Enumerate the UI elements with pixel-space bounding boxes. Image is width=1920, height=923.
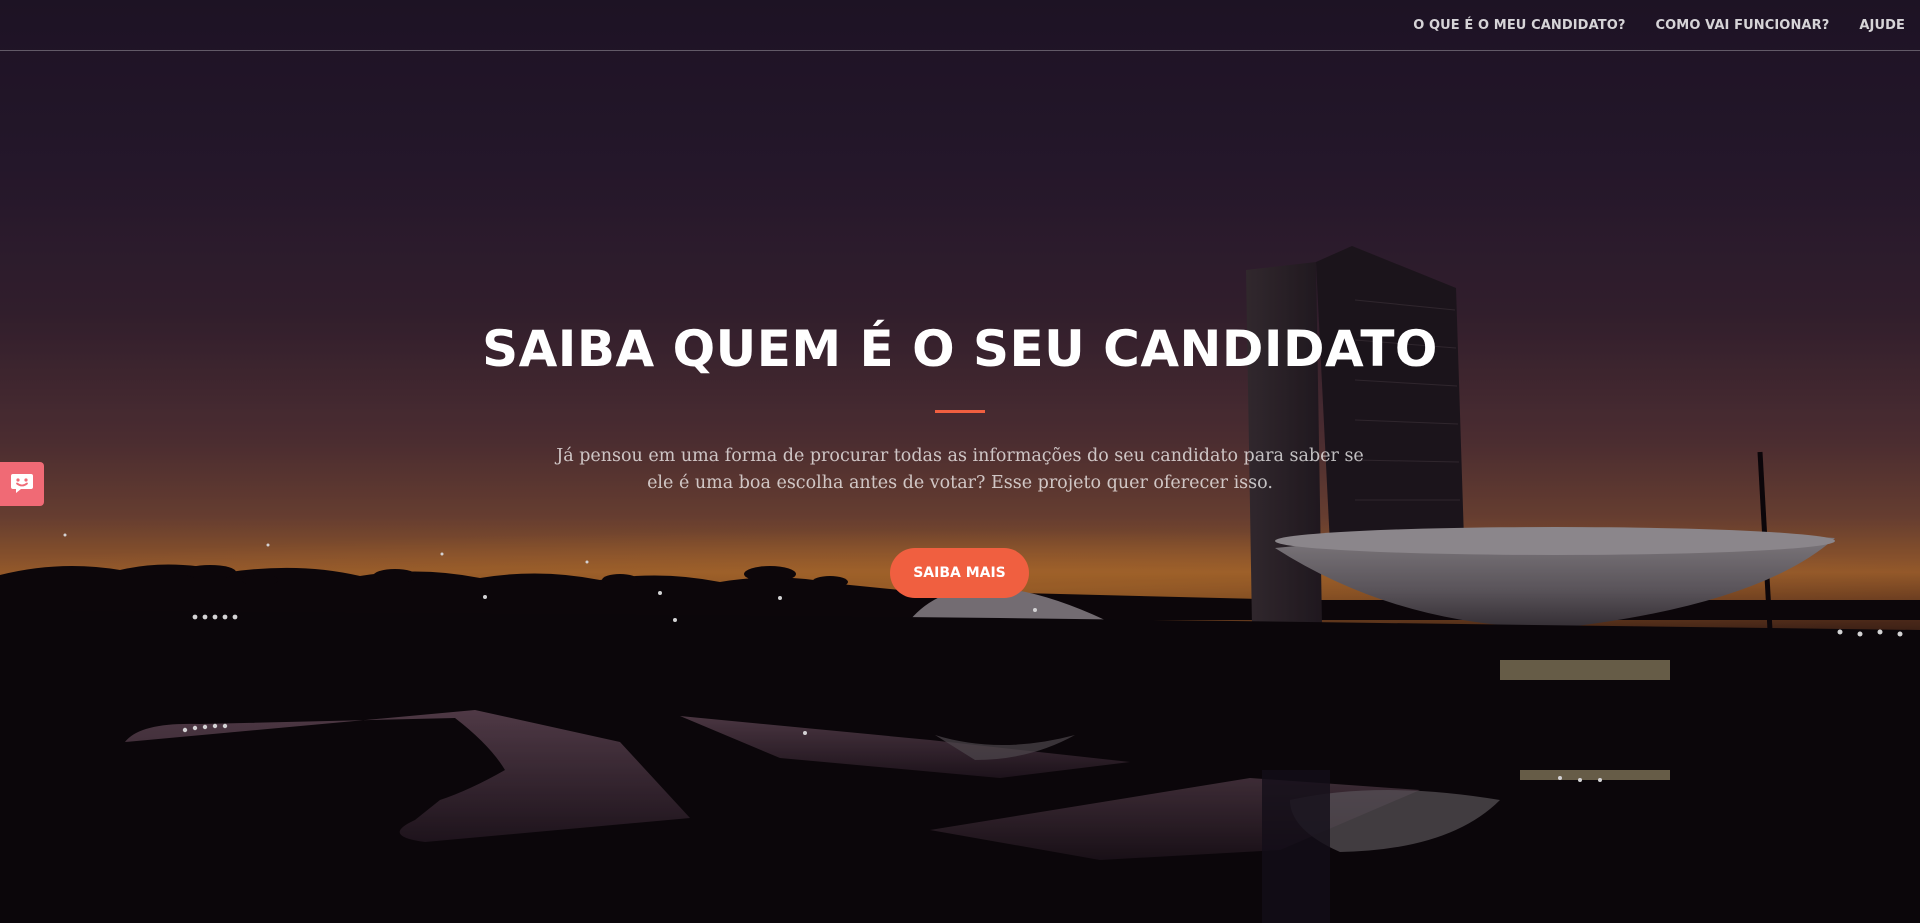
- nav-item-ajude[interactable]: AJUDE: [1859, 18, 1905, 33]
- top-navbar: O QUE É O MEU CANDIDATO? COMO VAI FUNCIO…: [0, 0, 1920, 51]
- hero-section: O QUE É O MEU CANDIDATO? COMO VAI FUNCIO…: [0, 0, 1920, 923]
- nav-item-o-que-e[interactable]: O QUE É O MEU CANDIDATO?: [1413, 18, 1625, 33]
- nav-links: O QUE É O MEU CANDIDATO? COMO VAI FUNCIO…: [1413, 0, 1905, 50]
- hero-subtext: Já pensou em uma forma de procurar todas…: [556, 446, 1364, 493]
- feedback-widget-button[interactable]: [0, 462, 44, 506]
- accent-divider: [935, 410, 985, 413]
- saiba-mais-button[interactable]: SAIBA MAIS: [890, 548, 1029, 598]
- chat-bubble-smile-icon: [11, 474, 33, 493]
- hero-headline: SAIBA QUEM É O SEU CANDIDATO: [482, 320, 1438, 378]
- nav-item-como-vai-funcionar[interactable]: COMO VAI FUNCIONAR?: [1656, 18, 1830, 33]
